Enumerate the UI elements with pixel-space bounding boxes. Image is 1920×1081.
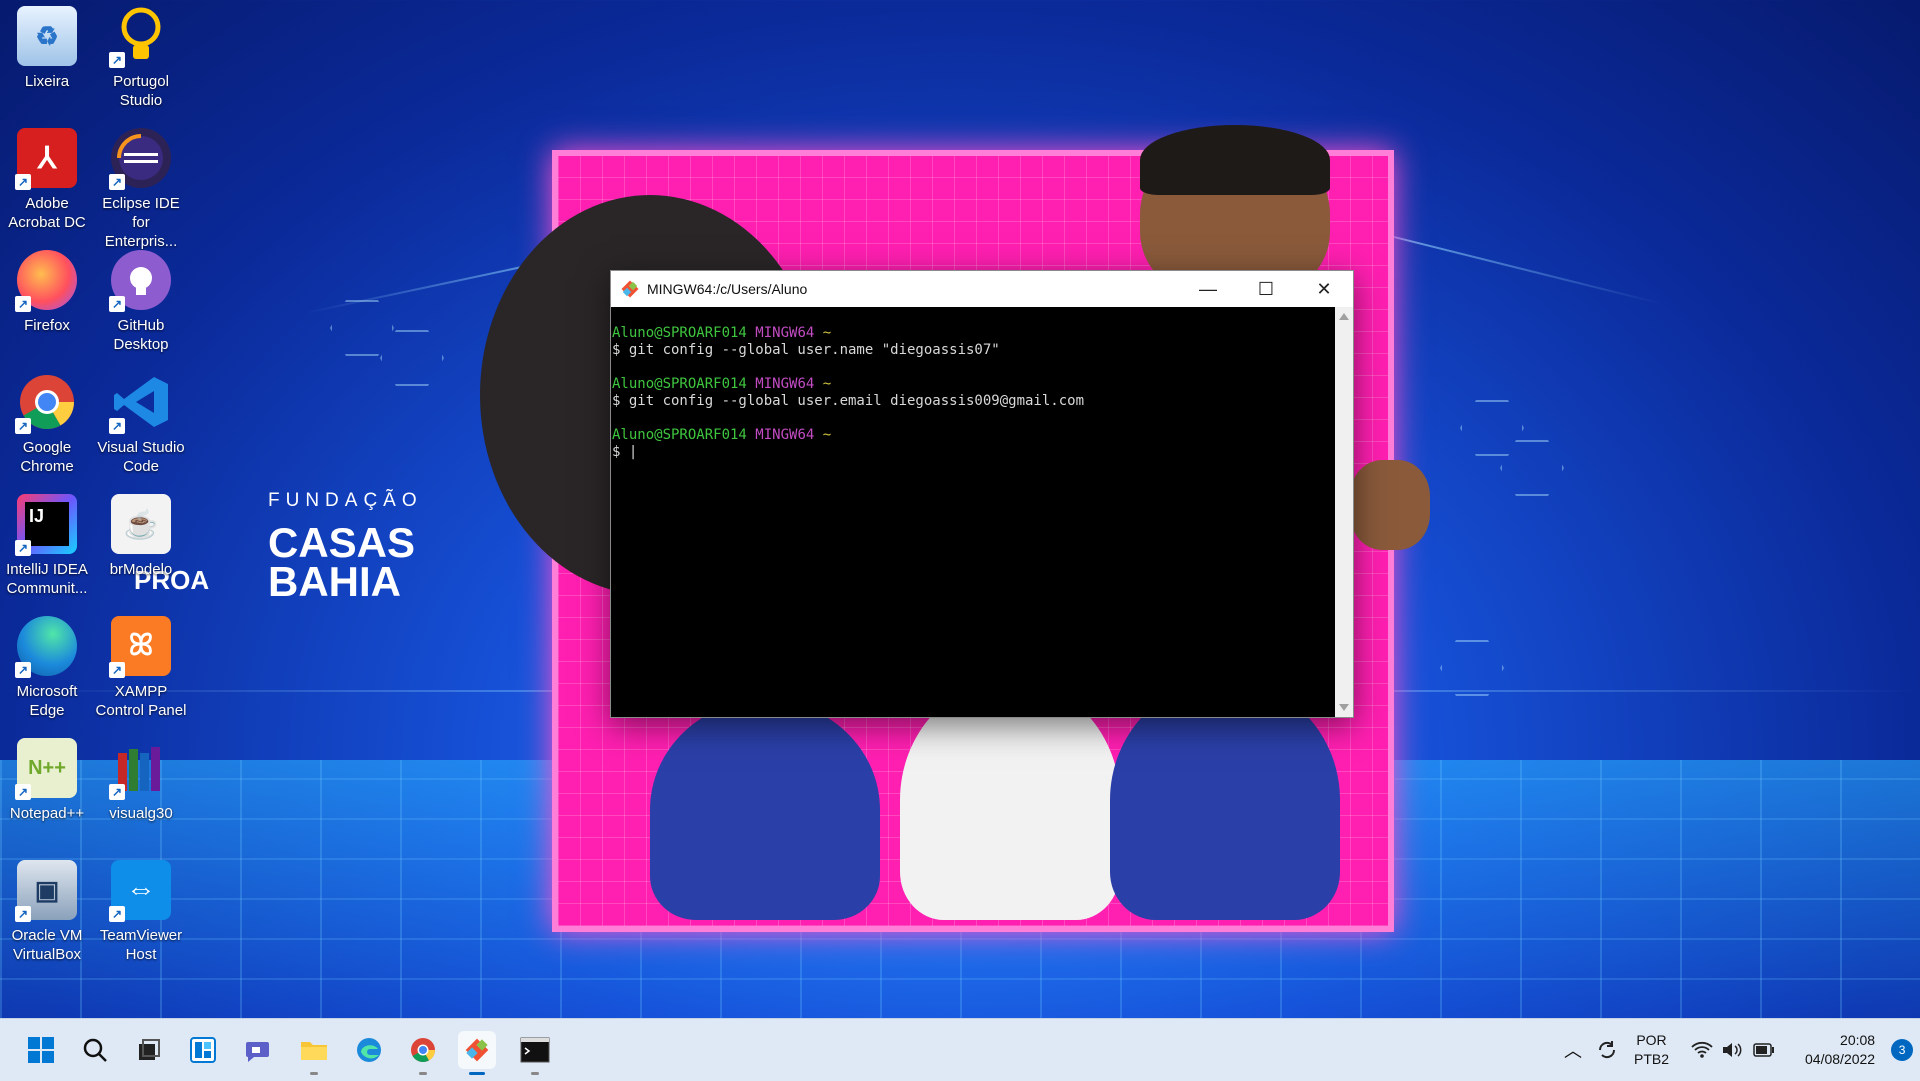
window-titlebar[interactable]: MINGW64:/c/Users/Aluno — ☐ ✕ [611,271,1353,307]
scroll-up-icon[interactable] [1339,313,1349,320]
windows-icon [28,1037,54,1063]
desktop-icon-github-desktop[interactable]: ↗ GitHub Desktop [94,250,188,354]
desktop-icon-xampp[interactable]: ꕤ ↗ XAMPP Control Panel [94,616,188,720]
task-view-icon [139,1039,160,1060]
teams-chat-icon [246,1042,269,1062]
eclipse-icon: ↗ [109,128,171,190]
window-title: MINGW64:/c/Users/Aluno [647,281,808,297]
desktop-icon-visualg30[interactable]: ↗ visualg30 [94,738,188,823]
task-view-button[interactable] [130,1031,168,1069]
taskbar: ︿ POR PTB2 20:08 04/08/2022 3 [0,1018,1920,1081]
close-button[interactable]: ✕ [1295,271,1353,307]
terminal-taskbar-button[interactable] [516,1031,554,1075]
desktop-icon-intellij-idea[interactable]: IJ ↗ IntelliJ IDEA Communit... [0,494,94,598]
vscode-icon: ↗ [109,372,171,434]
edge-taskbar-button[interactable] [350,1031,388,1069]
terminal-icon [520,1037,550,1063]
desktop: FUNDAÇÃO CASAS BAHIA PROA ♻ Lixeira ↗ Po… [0,0,1920,1018]
intellij-icon: IJ ↗ [15,494,77,556]
sync-icon[interactable] [1596,1039,1618,1061]
notification-badge[interactable]: 3 [1891,1039,1914,1061]
search-button[interactable] [76,1031,114,1069]
command-line: $ git config --global user.name "diegoas… [612,342,1000,358]
start-button[interactable] [22,1031,60,1069]
edge-icon: ↗ [15,616,77,678]
desktop-icon-virtualbox[interactable]: ▣ ↗ Oracle VM VirtualBox [0,860,94,964]
desktop-icon-adobe-acrobat[interactable]: ⅄ ↗ Adobe Acrobat DC [0,128,94,232]
edge-icon [357,1038,381,1062]
desktop-icon-vscode[interactable]: ↗ Visual Studio Code [94,372,188,476]
file-explorer-button[interactable] [295,1031,333,1075]
desktop-icon-brmodelo[interactable]: ☕ brModelo [94,494,188,579]
language-indicator[interactable]: POR PTB2 [1634,1031,1669,1069]
git-bash-taskbar-button[interactable] [458,1031,496,1075]
terminal-output[interactable]: Aluno@SPROARF014 MINGW64 ~ $ git config … [611,307,1335,717]
desktop-icon-google-chrome[interactable]: ↗ Google Chrome [0,372,94,476]
firefox-icon: ↗ [15,250,77,312]
chrome-icon: ↗ [15,372,77,434]
wifi-icon[interactable] [1691,1041,1713,1059]
folder-icon [301,1042,327,1060]
visualg-icon: ↗ [109,738,171,800]
teamviewer-icon: ⇔ ↗ [109,860,171,922]
desktop-icon-lixeira[interactable]: ♻ Lixeira [0,6,94,91]
chevron-up-icon[interactable]: ︿ [1564,1037,1582,1063]
widgets-button[interactable] [184,1031,222,1069]
volume-icon[interactable] [1721,1041,1743,1059]
prompt-line: Aluno@SPROARF014 MINGW64 ~ [612,427,832,443]
system-tray: ︿ POR PTB2 20:08 04/08/2022 3 [1564,1019,1914,1081]
notepadpp-icon: N++ ↗ [15,738,77,800]
desktop-icon-teamviewer[interactable]: ⇔ ↗ TeamViewer Host [94,860,188,964]
chrome-taskbar-button[interactable] [404,1031,442,1075]
maximize-button[interactable]: ☐ [1237,271,1295,307]
java-icon: ☕ [111,494,171,554]
desktop-icon-microsoft-edge[interactable]: ↗ Microsoft Edge [0,616,94,720]
prompt-line: Aluno@SPROARF014 MINGW64 ~ [612,325,832,341]
prompt-line: Aluno@SPROARF014 MINGW64 ~ [612,376,832,392]
git-icon [465,1038,489,1062]
chat-button[interactable] [238,1031,276,1069]
desktop-icon-portugol-studio[interactable]: ↗ Portugol Studio [94,6,188,110]
command-line: $ git config --global user.email diegoas… [612,393,1085,409]
widgets-icon [190,1037,216,1063]
desktop-icon-eclipse[interactable]: ↗ Eclipse IDE for Enterpris... [94,128,188,251]
recycle-bin-icon: ♻ [17,6,77,66]
chrome-icon [411,1038,435,1063]
git-bash-icon [621,280,639,298]
desktop-icon-notepadpp[interactable]: N++ ↗ Notepad++ [0,738,94,823]
vertical-scrollbar[interactable] [1335,307,1353,717]
input-line[interactable]: $ | [611,444,1335,461]
battery-icon[interactable] [1753,1043,1775,1057]
search-icon [83,1038,107,1062]
desktop-icon-firefox[interactable]: ↗ Firefox [0,250,94,335]
scroll-down-icon[interactable] [1339,704,1349,711]
minimize-button[interactable]: — [1179,271,1237,307]
git-bash-window[interactable]: MINGW64:/c/Users/Aluno — ☐ ✕ Aluno@SPROA… [610,270,1354,718]
clock[interactable]: 20:08 04/08/2022 [1805,1031,1875,1069]
virtualbox-icon: ▣ ↗ [15,860,77,922]
xampp-icon: ꕤ ↗ [109,616,171,678]
fundacao-casas-bahia-logo: FUNDAÇÃO CASAS BAHIA [268,490,423,605]
github-icon: ↗ [109,250,171,312]
acrobat-icon: ⅄ ↗ [15,128,77,190]
lightbulb-icon: ↗ [109,6,171,68]
